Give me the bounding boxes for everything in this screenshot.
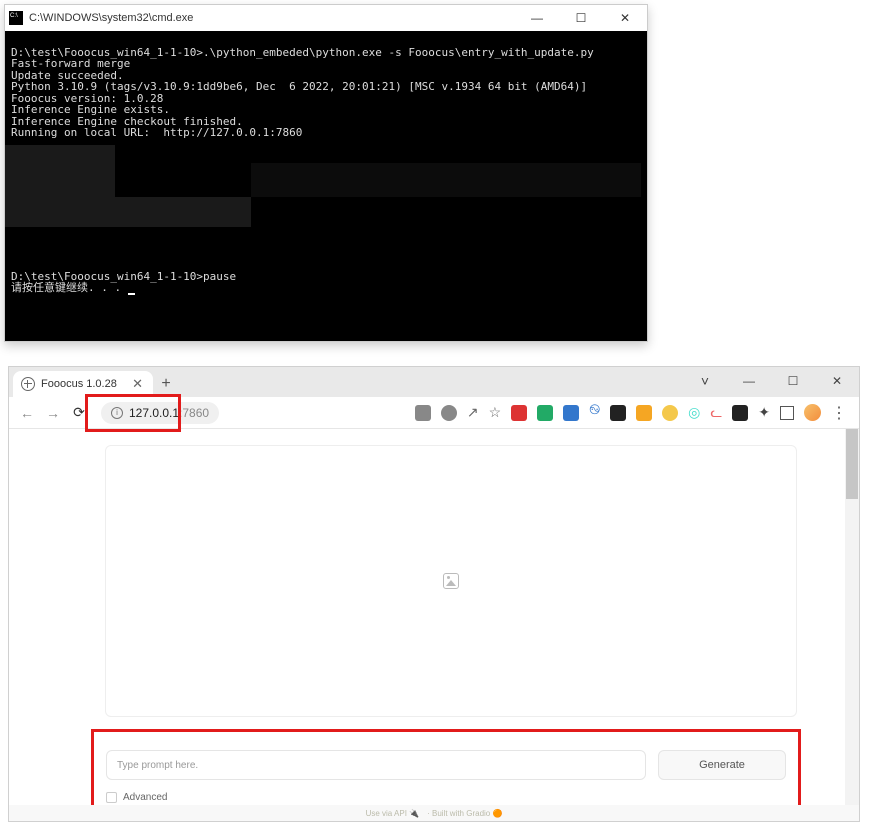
url-port: :7860	[179, 406, 209, 420]
url-highlight-box	[85, 394, 181, 432]
tab-strip: Fooocus 1.0.28 ✕ + ˅ — ☐ ✕	[9, 367, 859, 397]
browser-minimize-button[interactable]: —	[727, 367, 771, 395]
browser-close-button[interactable]: ✕	[815, 367, 859, 395]
cmd-window: C:\WINDOWS\system32\cmd.exe — ☐ ✕ D:\tes…	[4, 4, 648, 342]
extension-icon[interactable]: ࿊	[589, 393, 600, 433]
prompt-input[interactable]: Type prompt here.	[106, 750, 646, 780]
generate-button[interactable]: Generate	[658, 750, 786, 780]
extension-icon[interactable]	[732, 405, 748, 421]
page-footer: Use via API 🔌 · Built with Gradio 🟠	[9, 805, 859, 821]
cmd-icon	[9, 11, 23, 25]
cmd-close-button[interactable]: ✕	[603, 5, 647, 31]
redacted-region	[251, 163, 641, 197]
extension-icon[interactable]	[563, 405, 579, 421]
tab-close-button[interactable]: ✕	[130, 376, 145, 392]
image-placeholder-icon	[443, 573, 459, 589]
extensions-button[interactable]: ✦	[758, 404, 770, 421]
scrollbar[interactable]	[845, 429, 859, 821]
translate-icon[interactable]	[415, 405, 431, 421]
cmd-titlebar[interactable]: C:\WINDOWS\system32\cmd.exe — ☐ ✕	[5, 5, 647, 31]
footer-api[interactable]: Use via API 🔌	[366, 809, 420, 818]
forward-button[interactable]: →	[43, 403, 63, 423]
extension-icon[interactable]: ◎	[688, 404, 700, 421]
globe-icon	[21, 377, 35, 391]
extension-icon[interactable]: ᓚ	[710, 404, 722, 421]
page-content: Type prompt here. Generate Advanced Use …	[9, 429, 859, 821]
redacted-region	[5, 197, 251, 227]
cmd-maximize-button[interactable]: ☐	[559, 5, 603, 31]
image-output-area[interactable]	[105, 445, 797, 717]
extension-icon[interactable]	[662, 405, 678, 421]
extension-icon[interactable]	[610, 405, 626, 421]
browser-window: Fooocus 1.0.28 ✕ + ˅ — ☐ ✕ ← → ⟳ i 127.0…	[8, 366, 860, 822]
bookmark-icon[interactable]: ☆	[489, 404, 502, 421]
zoom-icon[interactable]	[441, 405, 457, 421]
extension-icons: ↗ ☆ ࿊ ◎ ᓚ ✦ ⋮	[225, 393, 851, 433]
cmd-minimize-button[interactable]: —	[515, 5, 559, 31]
browser-maximize-button[interactable]: ☐	[771, 367, 815, 395]
extension-icon[interactable]	[511, 405, 527, 421]
cmd-line: 请按任意键继续. . .	[11, 281, 128, 294]
redacted-region	[5, 145, 115, 197]
back-button[interactable]: ←	[17, 403, 37, 423]
profile-avatar[interactable]	[804, 404, 821, 421]
scrollbar-thumb[interactable]	[846, 429, 858, 499]
tab-title: Fooocus 1.0.28	[41, 378, 126, 390]
prompt-placeholder: Type prompt here.	[117, 760, 198, 771]
cmd-cursor	[128, 293, 135, 295]
advanced-label[interactable]: Advanced	[123, 792, 167, 803]
advanced-checkbox[interactable]	[106, 792, 117, 803]
cmd-line: Running on local URL: http://127.0.0.1:7…	[11, 126, 302, 139]
extension-icon[interactable]	[537, 405, 553, 421]
share-icon[interactable]: ↗	[467, 404, 479, 421]
cmd-output[interactable]: D:\test\Fooocus_win64_1-1-10>.\python_em…	[5, 31, 647, 341]
browser-tabs-dropdown[interactable]: ˅	[683, 367, 727, 395]
footer-gradio[interactable]: · Built with Gradio 🟠	[427, 809, 502, 818]
cmd-title: C:\WINDOWS\system32\cmd.exe	[29, 12, 515, 24]
side-panel-icon[interactable]	[780, 406, 794, 420]
chrome-menu-button[interactable]: ⋮	[831, 403, 847, 423]
extension-icon[interactable]	[636, 405, 652, 421]
